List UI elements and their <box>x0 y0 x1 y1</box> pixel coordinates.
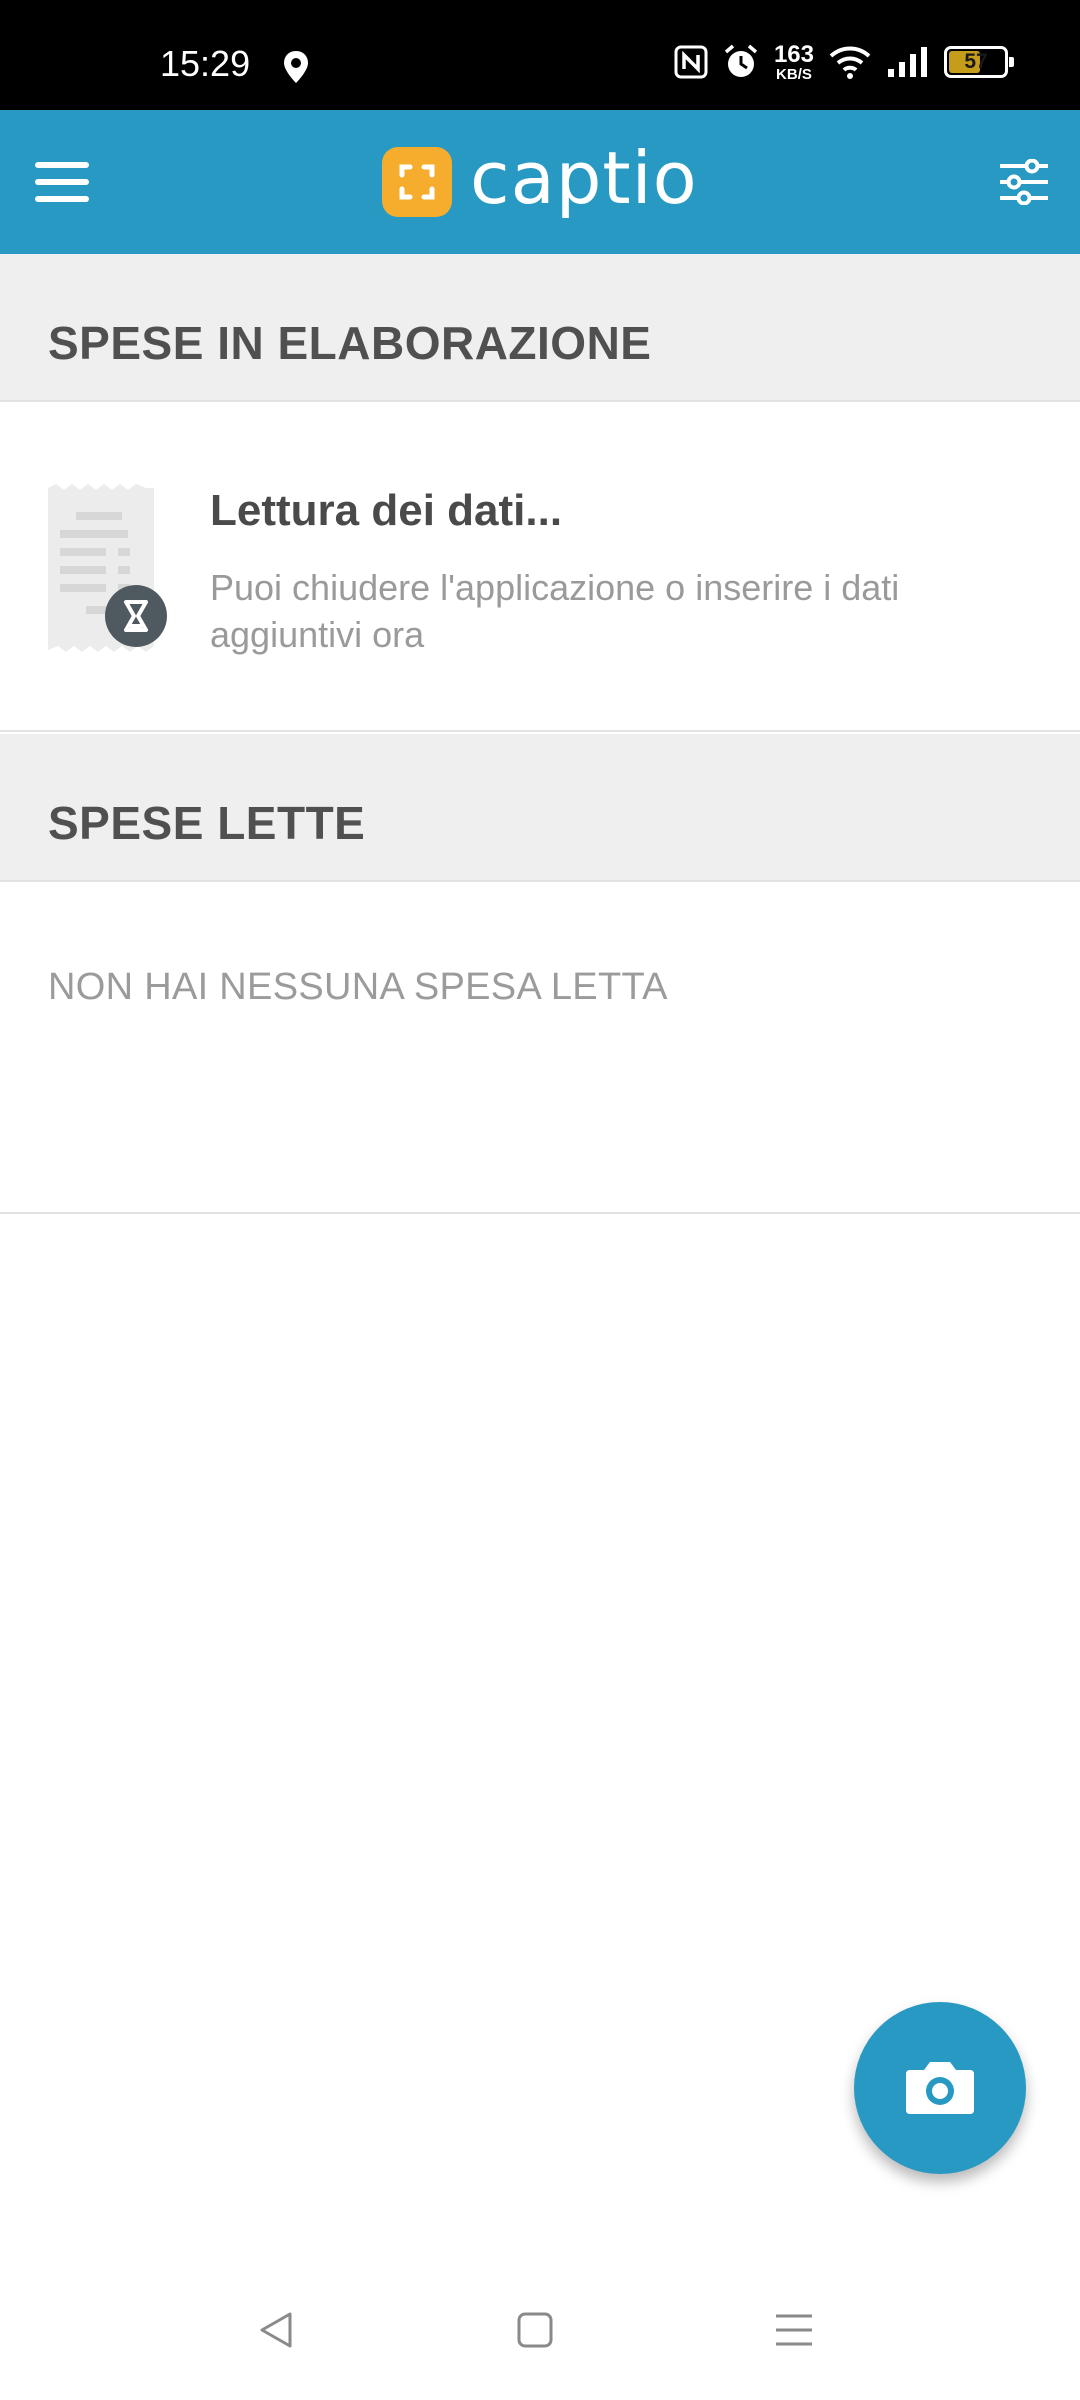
network-speed: 163 KB/S <box>773 40 814 83</box>
menu-button[interactable] <box>26 150 98 214</box>
empty-state-text: NON HAI NESSUNA SPESA LETTA <box>48 966 668 1008</box>
speed-value: 163 <box>773 40 814 68</box>
home-icon <box>517 2312 553 2348</box>
captio-logo-mark <box>382 147 452 217</box>
section-header-processing: SPESE IN ELABORAZIONE <box>0 254 1080 402</box>
back-button[interactable] <box>236 2298 316 2362</box>
captio-logo: captio <box>382 140 698 220</box>
back-icon <box>260 2312 292 2348</box>
signal-icon <box>888 47 927 77</box>
section-title: SPESE LETTE <box>48 797 366 849</box>
wifi-icon <box>829 46 871 79</box>
recents-button[interactable] <box>754 2298 834 2362</box>
logo-text: captio <box>470 136 698 220</box>
processing-item-subtitle: Puoi chiudere l'applicazione o inserire … <box>210 567 900 655</box>
location-icon <box>284 51 308 83</box>
system-nav-bar <box>0 2260 1080 2400</box>
receipt-hourglass-icon <box>48 484 167 652</box>
status-time: 15:29 <box>160 43 251 84</box>
battery-percent: 57 <box>964 50 988 73</box>
processing-expense-item[interactable]: Lettura dei dati... Puoi chiudere l'appl… <box>0 404 1080 732</box>
app-bar: captio <box>0 110 1080 254</box>
hamburger-menu-icon <box>35 162 89 202</box>
status-icons: 163 KB/S 57 <box>674 40 1014 84</box>
alarm-icon <box>724 44 758 77</box>
home-button[interactable] <box>495 2298 575 2362</box>
camera-icon <box>906 2062 974 2114</box>
sliders-filter-icon <box>1000 159 1048 205</box>
section-header-read: SPESE LETTE <box>0 734 1080 882</box>
camera-button[interactable] <box>854 2002 1026 2174</box>
nfc-icon <box>674 45 708 79</box>
section-title: SPESE IN ELABORAZIONE <box>48 317 652 369</box>
battery-icon: 57 <box>944 46 1014 78</box>
processing-item-title: Lettura dei dati... <box>210 486 563 535</box>
recents-icon <box>776 2314 812 2346</box>
filter-button[interactable] <box>988 148 1060 216</box>
speed-unit: KB/S <box>776 65 812 83</box>
status-bar: 15:29 163 KB/S 57 <box>0 0 1080 110</box>
empty-state: NON HAI NESSUNA SPESA LETTA <box>0 884 1080 1214</box>
